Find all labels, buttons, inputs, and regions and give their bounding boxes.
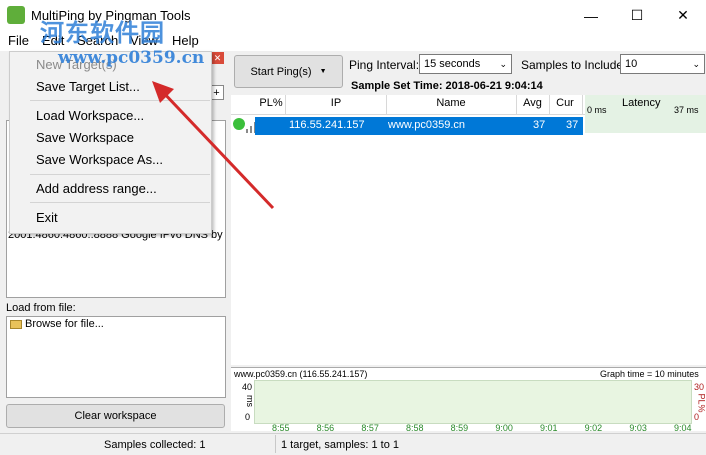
ping-interval-value: 15 seconds xyxy=(424,58,481,70)
y-right-max: 30 xyxy=(694,382,705,392)
panel-close-button[interactable]: ✕ xyxy=(211,52,224,64)
time-tick-label: 8:59 xyxy=(450,423,469,433)
time-tick-label: 9:01 xyxy=(540,423,558,433)
clear-workspace-button[interactable]: Clear workspace xyxy=(6,404,225,428)
samples-select[interactable]: 10 ⌄ xyxy=(620,54,705,74)
y-left-min: 0 xyxy=(245,412,251,422)
menu-help[interactable]: Help xyxy=(172,33,199,48)
watermark-logo: 河东软件园 xyxy=(40,19,165,47)
menu-item-add-address-range[interactable]: Add address range... xyxy=(36,181,157,196)
menu-item-save-workspace[interactable]: Save Workspace xyxy=(36,130,134,145)
chevron-down-icon: ⌄ xyxy=(499,58,507,69)
browse-label: Browse for file... xyxy=(25,318,104,330)
status-targets: 1 target, samples: 1 to 1 xyxy=(281,439,400,451)
latency-max: 37 ms xyxy=(674,105,699,115)
app-icon xyxy=(7,6,25,24)
y-left-max: 40 xyxy=(242,382,253,392)
y-right-min: 0 xyxy=(694,412,700,422)
maximize-button[interactable]: ☐ xyxy=(614,0,660,31)
status-samples: Samples collected: 1 xyxy=(104,439,206,451)
y-right-unit: PL% xyxy=(696,393,706,413)
row-cur: 37 xyxy=(566,119,579,131)
close-button[interactable]: ✕ xyxy=(660,0,706,31)
time-tick-label: 9:02 xyxy=(584,423,603,433)
samples-label: Samples to Include: xyxy=(521,58,627,72)
samples-value: 10 xyxy=(625,58,638,70)
latency-min: 0 ms xyxy=(587,105,607,115)
time-tick-label: 8:56 xyxy=(316,423,335,433)
row-avg: 37 xyxy=(533,119,546,131)
time-tick-label: 9:03 xyxy=(629,423,647,433)
watermark-url: www.pc0359.cn xyxy=(58,48,205,68)
status-divider xyxy=(275,435,276,453)
ping-interval-select[interactable]: 15 seconds ⌄ xyxy=(419,54,512,74)
column-avg[interactable]: Avg xyxy=(517,97,548,109)
results-grid xyxy=(231,115,706,365)
dropdown-arrow-icon: ▼ xyxy=(319,68,327,75)
menu-item-save-target-list[interactable]: Save Target List... xyxy=(36,79,140,94)
folder-icon xyxy=(10,319,22,329)
row-name: www.pc0359.cn xyxy=(388,119,466,131)
latency-label: Latency xyxy=(622,97,661,109)
browse-for-file-item[interactable]: Browse for file... xyxy=(10,318,104,330)
y-left-unit: ms xyxy=(245,395,255,407)
time-tick-label: 8:55 xyxy=(272,423,290,433)
graph-plot-area[interactable] xyxy=(254,380,692,424)
ping-interval-label: Ping Interval: xyxy=(349,58,420,72)
column-divider xyxy=(582,95,583,115)
column-cur[interactable]: Cur xyxy=(550,97,580,109)
graph-time-label: Graph time = 10 minutes xyxy=(600,369,699,379)
row-ip: 116.55.241.157 xyxy=(289,119,365,131)
graph-title: www.pc0359.cn (116.55.241.157) xyxy=(234,369,368,379)
column-name[interactable]: Name xyxy=(387,97,515,109)
sample-set-time: Sample Set Time: 2018-06-21 9:04:14 xyxy=(351,80,543,92)
time-tick-label: 8:57 xyxy=(361,423,379,433)
time-tick-label: 9:04 xyxy=(674,423,692,433)
chevron-down-icon: ⌄ xyxy=(692,58,700,69)
minimize-button[interactable]: — xyxy=(568,0,614,31)
menu-file[interactable]: File xyxy=(8,33,29,48)
annotation-arrow-icon xyxy=(152,81,275,210)
menu-item-exit[interactable]: Exit xyxy=(36,210,58,225)
column-ip[interactable]: IP xyxy=(286,97,386,109)
menu-item-load-workspace[interactable]: Load Workspace... xyxy=(36,108,144,123)
load-from-file-label: Load from file: xyxy=(6,302,76,314)
time-tick-label: 8:58 xyxy=(406,423,424,433)
time-tick-label: 9:00 xyxy=(495,423,513,433)
